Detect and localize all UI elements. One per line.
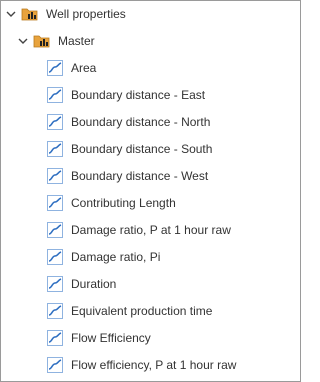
curve-chart-icon xyxy=(47,87,63,103)
tree-leaf-label: Damage ratio, Pi xyxy=(71,250,161,264)
tree-leaf-label: Boundary distance - North xyxy=(71,115,211,129)
tree-leaf-item[interactable]: Boundary distance - East xyxy=(46,83,205,107)
tree-leaf-item[interactable]: Boundary distance - South xyxy=(46,137,212,161)
tree-leaf-label: Boundary distance - South xyxy=(71,142,213,156)
tree-leaf-label: Damage ratio, P at 1 hour raw xyxy=(71,223,231,237)
curve-chart-icon xyxy=(47,141,63,157)
curve-chart-icon xyxy=(47,330,63,346)
curve-chart-icon xyxy=(47,168,63,184)
tree-leaf-item[interactable]: Flow efficiency, P at 1 hour raw xyxy=(46,353,236,377)
tree-leaf-item[interactable]: Damage ratio, P at 1 hour raw xyxy=(46,218,231,242)
tree-leaf-label: Boundary distance - East xyxy=(71,88,206,102)
property-tree-panel: Well properties Master Area Boundary dist… xyxy=(0,0,301,382)
curve-chart-icon xyxy=(47,114,63,130)
tree-leaf-item[interactable]: Boundary distance - West xyxy=(46,164,208,188)
tree-leaf-label: Flow Efficiency xyxy=(71,331,151,345)
curve-chart-icon xyxy=(47,249,63,265)
tree-leaf-item[interactable]: Boundary distance - North xyxy=(46,110,210,134)
curve-chart-icon xyxy=(47,303,63,319)
tree-leaf-label: Contributing Length xyxy=(71,196,176,210)
curve-chart-icon xyxy=(47,276,63,292)
tree-leaf-item[interactable]: Flow Efficiency xyxy=(46,326,151,350)
tree-leaf-label: Area xyxy=(71,61,97,75)
curve-chart-icon xyxy=(47,222,63,238)
tree-leaf-label: Flow efficiency, P at 1 hour raw xyxy=(71,358,237,372)
tree-leaf-label: Boundary distance - West xyxy=(71,169,209,183)
tree-node-well-properties[interactable]: Well properties xyxy=(5,2,126,26)
folder-with-bars-icon xyxy=(21,8,38,21)
tree-leaf-item[interactable]: Equivalent production time xyxy=(46,299,212,323)
tree-node-label: Master xyxy=(58,34,95,48)
folder-with-bars-icon xyxy=(33,35,50,48)
tree-leaf-item[interactable]: Duration xyxy=(46,272,116,296)
tree-leaf-label: Equivalent production time xyxy=(71,304,213,318)
chevron-down-icon[interactable] xyxy=(17,35,29,47)
tree-node-label: Well properties xyxy=(46,7,126,21)
curve-chart-icon xyxy=(47,357,63,373)
tree-leaf-item[interactable]: Damage ratio, Pi xyxy=(46,245,160,269)
curve-chart-icon xyxy=(47,195,63,211)
tree-leaf-item[interactable]: Area xyxy=(46,56,96,80)
tree-leaf-item[interactable]: Contributing Length xyxy=(46,191,176,215)
tree-leaf-label: Duration xyxy=(71,277,117,291)
chevron-down-icon[interactable] xyxy=(5,8,17,20)
tree-node-master[interactable]: Master xyxy=(17,29,95,53)
curve-chart-icon xyxy=(47,60,63,76)
